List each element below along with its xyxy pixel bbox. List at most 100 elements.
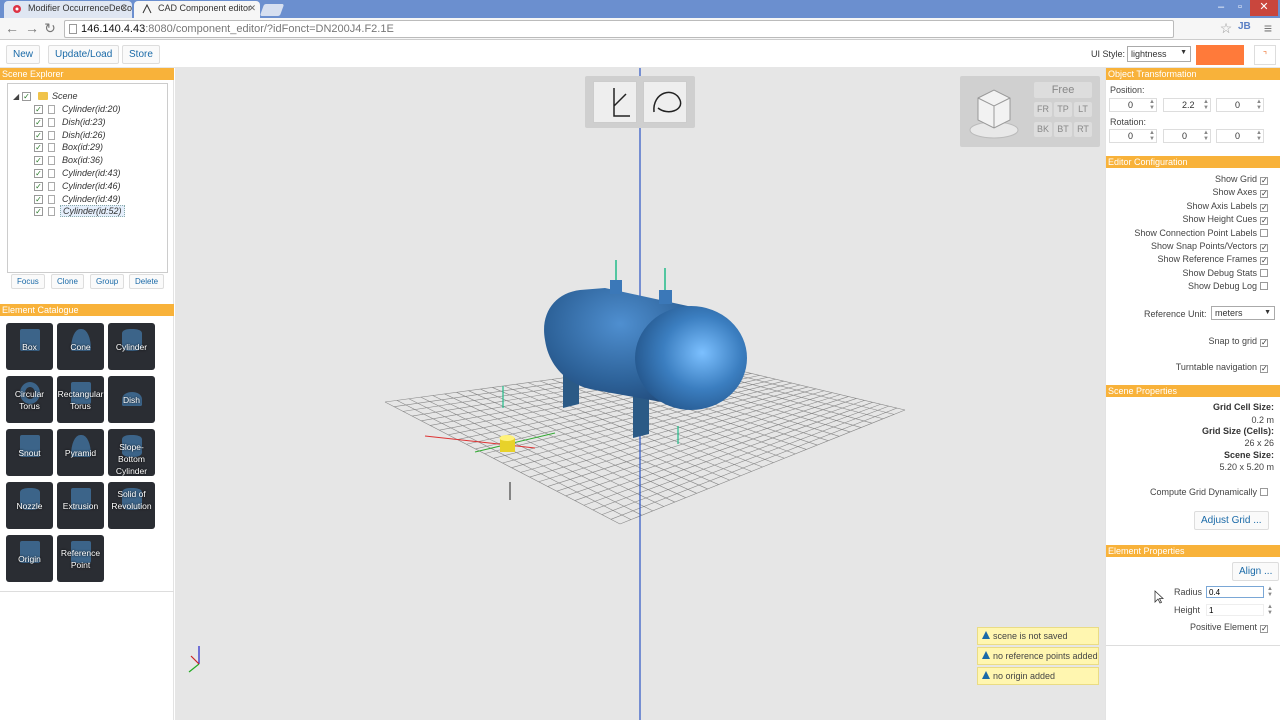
close-tab-icon[interactable]: ✕: [120, 3, 128, 14]
reference-unit-select[interactable]: meters ▼: [1211, 306, 1275, 320]
checkbox-icon[interactable]: ✓: [1260, 257, 1268, 266]
reload-icon[interactable]: ↻: [42, 21, 58, 37]
browser-tab-modifier[interactable]: Modifier OccurrenceDeCo ✕: [4, 1, 132, 18]
position-y-input[interactable]: 2.2 ▲ ▼: [1163, 98, 1211, 112]
spinner-icon[interactable]: ▲ ▼: [1149, 99, 1155, 111]
checkbox-icon[interactable]: ✓: [1260, 177, 1268, 185]
position-x-input[interactable]: 0 ▲ ▼: [1109, 98, 1157, 112]
scene-canvas[interactable]: [175, 68, 1105, 720]
checkbox-icon[interactable]: ✓: [34, 143, 43, 153]
update-load-button[interactable]: Update/Load: [48, 45, 120, 64]
group-button[interactable]: Group: [90, 274, 125, 289]
turntable-option[interactable]: Turntable navigation ✓: [1176, 362, 1268, 373]
clone-button[interactable]: Clone: [51, 274, 84, 289]
compute-grid-option[interactable]: Compute Grid Dynamically: [1150, 487, 1268, 497]
store-button[interactable]: Store: [122, 45, 160, 64]
new-tab-button[interactable]: [259, 4, 285, 16]
nozzle-1[interactable]: [610, 280, 622, 294]
spinner-icon[interactable]: ▲ ▼: [1267, 604, 1273, 616]
catalogue-item-rectangular-torus[interactable]: Rectangular Torus: [57, 376, 104, 423]
checkbox-icon[interactable]: ✓: [1260, 244, 1268, 252]
checkbox-icon[interactable]: ✓: [34, 207, 43, 217]
catalogue-item-pyramid[interactable]: Pyramid: [57, 429, 104, 476]
radius-input[interactable]: [1206, 586, 1264, 598]
position-z-input[interactable]: 0 ▲ ▼: [1216, 98, 1264, 112]
browser-tab-cad[interactable]: CAD Component editor ✕: [134, 1, 260, 18]
catalogue-item-cone[interactable]: Cone: [57, 323, 104, 370]
catalogue-item-slope-bottom-cylinder[interactable]: Slope-Bottom Cylinder: [108, 429, 155, 476]
catalogue-item-cylinder[interactable]: Cylinder: [108, 323, 155, 370]
checkbox-icon[interactable]: ✓: [22, 92, 31, 101]
spinner-icon[interactable]: ▲ ▼: [1256, 99, 1262, 111]
checkbox-icon[interactable]: ✓: [34, 130, 43, 140]
snap-to-grid-option[interactable]: Snap to grid ✓: [1208, 336, 1268, 347]
view-cube-icon[interactable]: [966, 82, 1022, 140]
height-input[interactable]: [1206, 604, 1264, 616]
spinner-icon[interactable]: ▲ ▼: [1256, 130, 1262, 142]
catalogue-item-extrusion[interactable]: Extrusion: [57, 482, 104, 529]
back-icon[interactable]: ←: [4, 21, 20, 37]
checkbox-icon[interactable]: ✓: [34, 194, 43, 204]
delete-button[interactable]: Delete: [129, 274, 165, 289]
vessel-dish-right[interactable]: [635, 306, 747, 410]
config-option[interactable]: Show Reference Frames ✓: [1157, 254, 1268, 266]
checkbox-icon[interactable]: [1260, 228, 1268, 237]
checkbox-icon[interactable]: [1260, 488, 1268, 496]
checkbox-icon[interactable]: ✓: [34, 105, 43, 114]
catalogue-item-origin[interactable]: Origin: [6, 535, 53, 582]
url-input[interactable]: 146.140.4.43:8080/component_editor/?idFo…: [64, 20, 1174, 38]
spinner-icon[interactable]: ▲ ▼: [1267, 586, 1273, 598]
collapse-toolbar-button[interactable]: ⌝: [1254, 45, 1276, 65]
axis-tool-button[interactable]: [593, 81, 637, 123]
catalogue-item-snout[interactable]: Snout: [6, 429, 53, 476]
profile-badge[interactable]: JB: [1238, 21, 1256, 37]
adjust-grid-button[interactable]: Adjust Grid ...: [1194, 511, 1269, 530]
minimize-icon[interactable]: –: [1212, 0, 1230, 16]
forward-icon[interactable]: →: [24, 21, 40, 37]
camera-top-button[interactable]: TP: [1054, 102, 1072, 117]
checkbox-icon[interactable]: ✓: [34, 169, 43, 178]
window-close-icon[interactable]: ✕: [1250, 0, 1278, 16]
checkbox-icon[interactable]: [1260, 268, 1268, 277]
checkbox-icon[interactable]: ✓: [34, 181, 43, 191]
camera-bottom-button[interactable]: BT: [1054, 122, 1072, 137]
checkbox-icon[interactable]: ✓: [34, 117, 43, 127]
bookmark-star-icon[interactable]: ☆: [1218, 21, 1234, 37]
checkbox-icon[interactable]: ✓: [1260, 217, 1268, 226]
orbit-tool-button[interactable]: [643, 81, 687, 123]
nozzle-2[interactable]: [659, 290, 672, 304]
maximize-icon[interactable]: ▫: [1231, 0, 1249, 16]
catalogue-item-nozzle[interactable]: Nozzle: [6, 482, 53, 529]
checkbox-icon[interactable]: ✓: [34, 156, 43, 166]
rotation-x-input[interactable]: 0 ▲ ▼: [1109, 129, 1157, 143]
checkbox-icon[interactable]: ✓: [1260, 625, 1268, 633]
rotation-y-input[interactable]: 0 ▲ ▼: [1163, 129, 1211, 143]
spinner-icon[interactable]: ▲ ▼: [1203, 130, 1209, 142]
checkbox-icon[interactable]: [1260, 282, 1268, 291]
3d-viewport[interactable]: Free FR TP LT BK BT RT scene is not save…: [175, 68, 1105, 720]
free-camera-button[interactable]: Free: [1034, 82, 1092, 98]
close-tab-icon[interactable]: ✕: [248, 3, 256, 14]
config-option[interactable]: Show Debug Log: [1188, 281, 1268, 291]
config-option[interactable]: Show Height Cues ✓: [1182, 214, 1268, 226]
align-button[interactable]: Align ...: [1232, 562, 1280, 581]
catalogue-item-dish[interactable]: Dish: [108, 376, 155, 423]
checkbox-icon[interactable]: ✓: [1260, 190, 1268, 199]
camera-right-button[interactable]: RT: [1074, 122, 1092, 137]
menu-icon[interactable]: ≡: [1260, 21, 1276, 37]
rotation-z-input[interactable]: 0 ▲ ▼: [1216, 129, 1264, 143]
spinner-icon[interactable]: ▲ ▼: [1149, 130, 1155, 142]
checkbox-icon[interactable]: ✓: [1260, 203, 1268, 212]
ui-style-select[interactable]: lightness ▼: [1127, 46, 1191, 62]
collapse-icon[interactable]: ◢: [13, 92, 19, 101]
camera-front-button[interactable]: FR: [1034, 102, 1052, 117]
focus-button[interactable]: Focus: [11, 274, 45, 289]
positive-element-option[interactable]: Positive Element ✓: [1190, 622, 1268, 633]
config-option[interactable]: Show Axis Labels ✓: [1186, 201, 1268, 212]
catalogue-item-box[interactable]: Box: [6, 323, 53, 370]
catalogue-item-circular-torus[interactable]: Circular Torus: [6, 376, 53, 423]
catalogue-item-solid-of-revolution[interactable]: Solid of Revolution: [108, 482, 155, 529]
config-option[interactable]: Show Grid ✓: [1215, 174, 1268, 185]
new-button[interactable]: New: [6, 45, 41, 64]
catalogue-item-reference-point[interactable]: Reference Point: [57, 535, 104, 582]
